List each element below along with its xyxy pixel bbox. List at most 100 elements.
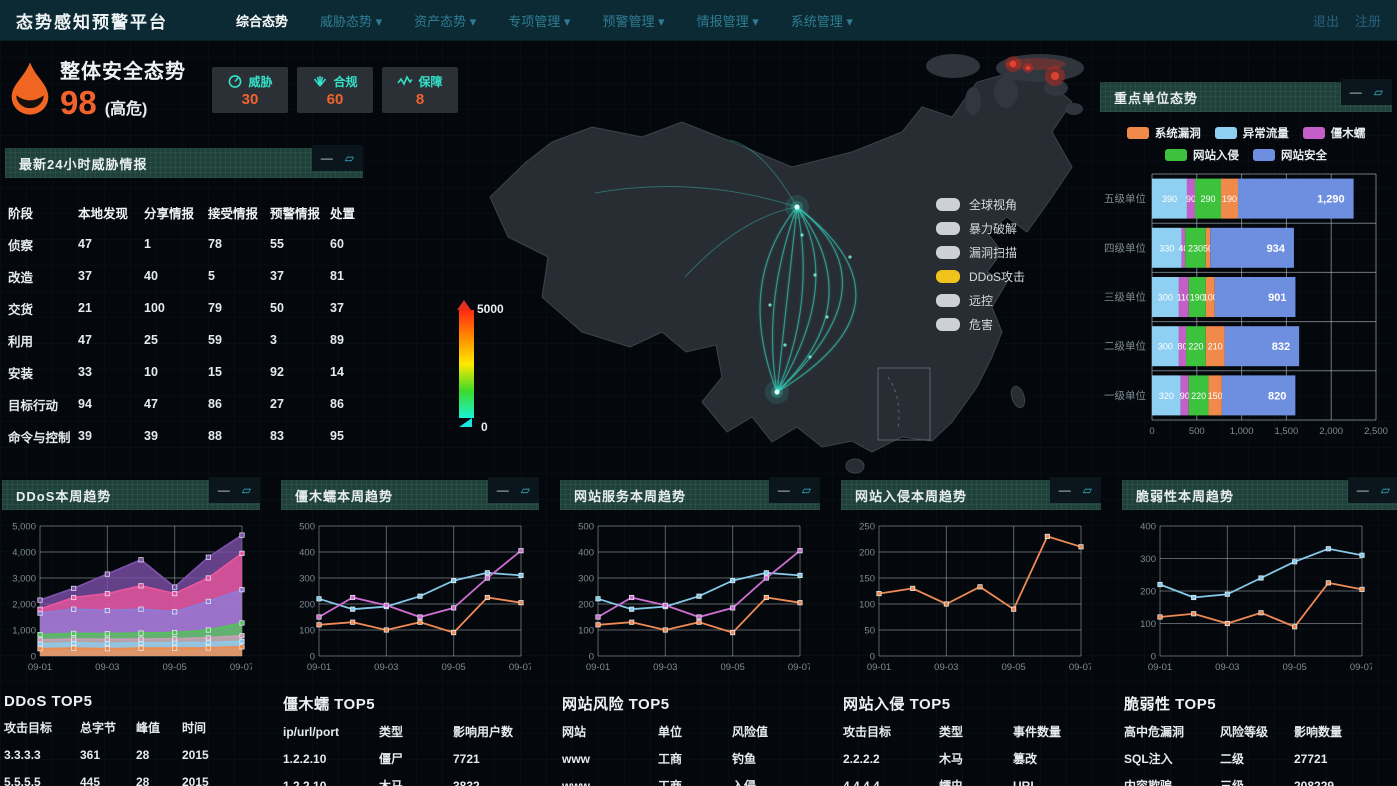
window-controls: —▱ bbox=[209, 477, 260, 503]
minimize-icon[interactable]: — bbox=[497, 484, 509, 496]
svg-text:09-05: 09-05 bbox=[442, 662, 466, 673]
nav-item-专项管理[interactable]: 专项管理 ▾ bbox=[508, 11, 570, 30]
cell: 10 bbox=[144, 365, 208, 379]
trend-chart: 05010015020025009-0109-0309-0509-07 bbox=[841, 518, 1101, 683]
ku-legend-异常流量[interactable]: 异常流量 bbox=[1215, 125, 1289, 141]
minimize-icon[interactable]: — bbox=[218, 484, 230, 496]
legend-label: 漏洞扫描 bbox=[969, 244, 1017, 261]
ku-legend-僵木蠕[interactable]: 僵木蠕 bbox=[1303, 125, 1366, 141]
svg-text:三级单位: 三级单位 bbox=[1104, 291, 1146, 304]
restore-icon[interactable]: ▱ bbox=[345, 152, 354, 164]
ku-legend-系统漏洞[interactable]: 系统漏洞 bbox=[1127, 125, 1201, 141]
threat-intel-title: 最新24小时威胁情报 bbox=[5, 154, 147, 173]
column-header: 攻击目标 bbox=[4, 719, 80, 736]
restore-icon[interactable]: ▱ bbox=[1083, 484, 1092, 496]
legend-swatch bbox=[1215, 127, 1237, 139]
minimize-icon[interactable]: — bbox=[1059, 484, 1071, 496]
restore-icon[interactable]: ▱ bbox=[802, 484, 811, 496]
cell: 内容欺骗 bbox=[1124, 777, 1220, 786]
stat-box-合规: 合规60 bbox=[297, 67, 373, 113]
minimize-icon[interactable]: — bbox=[1357, 484, 1369, 496]
svg-text:09-01: 09-01 bbox=[867, 662, 891, 673]
ku-legend-网站安全[interactable]: 网站安全 bbox=[1253, 147, 1327, 163]
top5-header: 网站单位风险值 bbox=[560, 718, 820, 745]
nav-item-综合态势[interactable]: 综合态势 bbox=[236, 11, 288, 30]
svg-text:300: 300 bbox=[1140, 554, 1156, 565]
map-legend-DDoS攻击[interactable]: DDoS攻击 bbox=[936, 268, 1025, 285]
rays-icon bbox=[312, 73, 328, 89]
cell: 3.3.3.3 bbox=[4, 748, 80, 762]
svg-text:0: 0 bbox=[589, 652, 594, 663]
nav-item-资产态势[interactable]: 资产态势 ▾ bbox=[414, 11, 476, 30]
map-legend-全球视角[interactable]: 全球视角 bbox=[936, 196, 1025, 213]
cell: 21 bbox=[78, 301, 144, 315]
svg-text:400: 400 bbox=[1140, 522, 1156, 533]
cell: 改造 bbox=[8, 267, 78, 286]
svg-text:500: 500 bbox=[1189, 426, 1205, 437]
nav-item-威胁态势[interactable]: 威胁态势 ▾ bbox=[320, 11, 382, 30]
minimize-icon[interactable]: — bbox=[321, 152, 333, 164]
top5-row: 4.4.4.4蠕虫URL bbox=[841, 772, 1101, 786]
nav-item-系统管理[interactable]: 系统管理 ▾ bbox=[791, 11, 853, 30]
cell: 28 bbox=[136, 748, 182, 762]
cell: www bbox=[562, 779, 658, 786]
cell: 1.2.2.10 bbox=[283, 752, 379, 766]
column-header: 单位 bbox=[658, 723, 732, 740]
legend-swatch bbox=[936, 246, 960, 259]
table-row: 利用472559389 bbox=[5, 324, 363, 356]
map-legend-危害[interactable]: 危害 bbox=[936, 316, 1025, 333]
cell: 55 bbox=[270, 237, 330, 251]
restore-icon[interactable]: ▱ bbox=[1374, 86, 1383, 98]
legend-swatch bbox=[936, 198, 960, 211]
top5-row: 1.2.2.10僵尸7721 bbox=[281, 745, 539, 772]
svg-text:330: 330 bbox=[1159, 243, 1174, 253]
svg-text:220: 220 bbox=[1188, 342, 1203, 352]
map-legend-暴力破解[interactable]: 暴力破解 bbox=[936, 220, 1025, 237]
svg-text:200: 200 bbox=[578, 600, 594, 611]
window-controls: —▱ bbox=[1348, 477, 1397, 503]
overall-security-block: 整体安全态势 98 (高危) 威胁30合规60保障8 bbox=[8, 55, 458, 119]
cell: 27721 bbox=[1294, 752, 1384, 766]
nav-link-退出[interactable]: 退出 bbox=[1313, 11, 1339, 30]
top5-title: DDoS TOP5 bbox=[4, 693, 260, 710]
top5-header: ip/url/port类型影响用户数 bbox=[281, 718, 539, 745]
minimize-icon[interactable]: — bbox=[1350, 86, 1362, 98]
top5-header: 攻击目标总字节峰值时间 bbox=[2, 714, 260, 741]
cell: 三级 bbox=[1220, 777, 1294, 786]
nav-item-情报管理[interactable]: 情报管理 ▾ bbox=[697, 11, 759, 30]
cell: 89 bbox=[330, 333, 366, 347]
column-header: 分享情报 bbox=[144, 203, 208, 222]
legend-label: 僵木蠕 bbox=[1331, 125, 1366, 141]
minimize-icon[interactable]: — bbox=[778, 484, 790, 496]
svg-text:0: 0 bbox=[1151, 652, 1156, 663]
cell: 利用 bbox=[8, 331, 78, 350]
ku-legend-网站入侵[interactable]: 网站入侵 bbox=[1165, 147, 1239, 163]
nav-link-注册[interactable]: 注册 bbox=[1355, 11, 1381, 30]
restore-icon[interactable]: ▱ bbox=[1381, 484, 1390, 496]
cell: 361 bbox=[80, 748, 136, 762]
map-legend-漏洞扫描[interactable]: 漏洞扫描 bbox=[936, 244, 1025, 261]
table-row: 命令与控制3939888395 bbox=[5, 420, 363, 452]
top5-row: 内容欺骗三级208229 bbox=[1122, 772, 1397, 786]
legend-label: 全球视角 bbox=[969, 196, 1017, 213]
svg-text:230: 230 bbox=[1188, 243, 1203, 253]
svg-text:300: 300 bbox=[1158, 342, 1173, 352]
svg-text:100: 100 bbox=[578, 626, 594, 637]
cell: 4.4.4.4 bbox=[843, 779, 939, 786]
svg-text:09-03: 09-03 bbox=[653, 662, 677, 673]
legend-swatch bbox=[1165, 149, 1187, 161]
top5-header: 高中危漏洞风险等级影响数量 bbox=[1122, 718, 1397, 745]
cell: 3832 bbox=[453, 779, 543, 786]
restore-icon[interactable]: ▱ bbox=[242, 484, 251, 496]
restore-icon[interactable]: ▱ bbox=[521, 484, 530, 496]
legend-swatch bbox=[1127, 127, 1149, 139]
window-controls: —▱ bbox=[312, 145, 363, 171]
window-controls: —▱ bbox=[769, 477, 820, 503]
nav-right: 退出注册 bbox=[1313, 11, 1381, 30]
cell: 木马 bbox=[939, 750, 1013, 767]
map-legend-远控[interactable]: 远控 bbox=[936, 292, 1025, 309]
nav-menu: 综合态势 威胁态势 ▾ 资产态势 ▾ 专项管理 ▾ 预警管理 ▾ 情报管理 ▾ 系统管理 ▾ bbox=[236, 11, 853, 30]
nav-item-预警管理[interactable]: 预警管理 ▾ bbox=[602, 11, 664, 30]
svg-text:290: 290 bbox=[1200, 194, 1215, 204]
top5-row: www工商入侵 bbox=[560, 772, 820, 786]
